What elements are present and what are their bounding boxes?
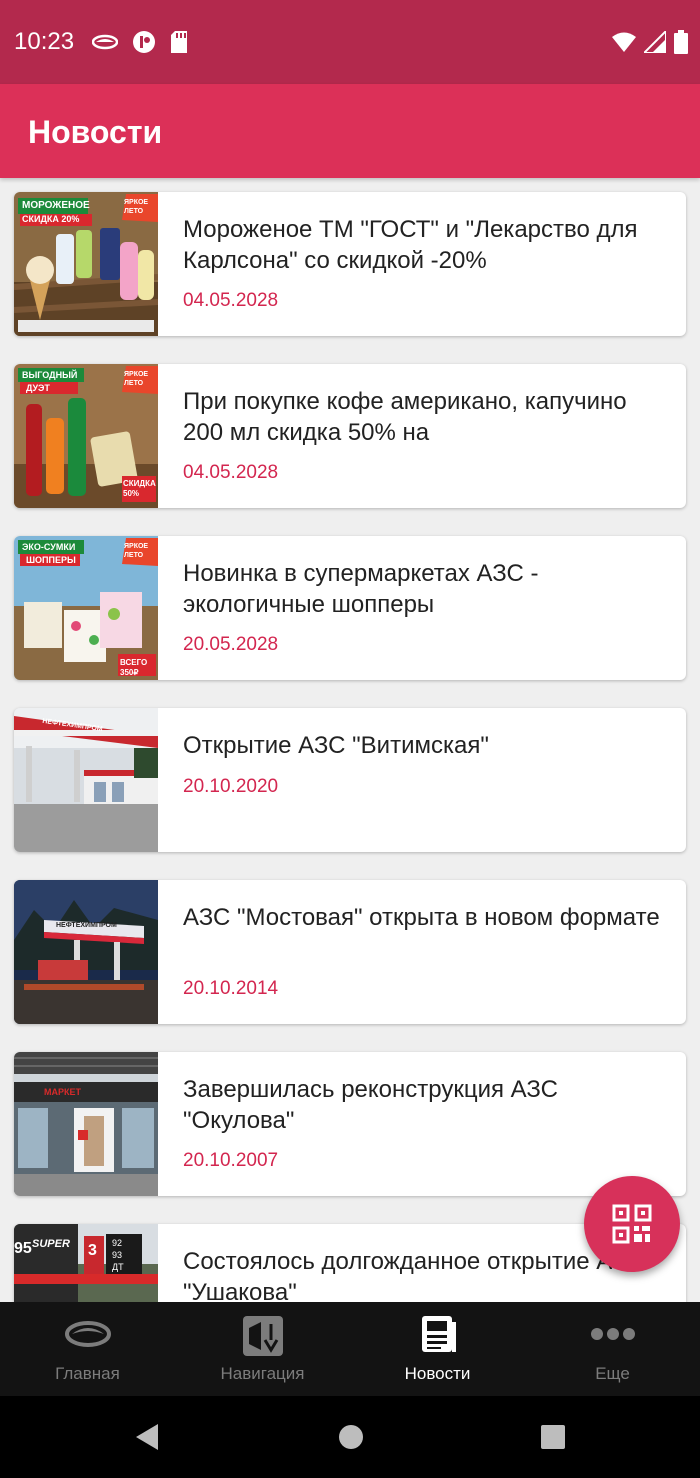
thumbnail-sign-text: МАРКЕТ xyxy=(44,1087,81,1097)
more-dots-icon xyxy=(590,1328,635,1340)
thumbnail-badge-text: ЯРКОЕ ЛЕТО xyxy=(124,199,149,215)
map-navigation-icon xyxy=(242,1316,283,1356)
news-card[interactable]: ЭКО-СУМКИ ШОППЕРЫ ЯРКОЕ ЛЕТО ВСЕГО 350₽ … xyxy=(14,536,686,680)
thumbnail-sub-text: ДУЭТ xyxy=(26,383,50,393)
bottom-navigation: Главная Навигация Новости Еще xyxy=(0,1302,700,1396)
news-thumbnail: МАРКЕТ xyxy=(14,1052,158,1196)
news-list[interactable]: МОРОЖЕНОЕ СКИДКА 20% ЯРКОЕ ЛЕТО Морожено… xyxy=(0,178,700,1302)
thumbnail-badge-text: ЯРКОЕ ЛЕТО xyxy=(124,543,149,559)
news-date: 20.10.2007 xyxy=(183,1150,279,1171)
recents-icon[interactable] xyxy=(540,1424,566,1450)
thumbnail-sign-text: SUPER xyxy=(32,1238,70,1250)
thumbnail-price-text: ВСЕГО 350₽ xyxy=(120,658,148,677)
news-title: Новинка в супермаркетах АЗС - экологичны… xyxy=(183,560,539,618)
thumbnail-badge-text: ЯРКОЕ ЛЕТО xyxy=(124,371,149,387)
thumbnail-price-text: 92 xyxy=(112,1238,123,1248)
news-card[interactable]: МОРОЖЕНОЕ СКИДКА 20% ЯРКОЕ ЛЕТО Морожено… xyxy=(14,192,686,336)
thumbnail-sub-text: СКИДКА 20% xyxy=(22,214,80,224)
news-title: АЗС "Мостовая" открыта в новом формате xyxy=(183,904,660,931)
thumbnail-price-text: 93 xyxy=(112,1250,123,1260)
qr-scan-button[interactable] xyxy=(584,1176,680,1272)
nav-item-navigation[interactable]: Навигация xyxy=(175,1302,350,1396)
news-card[interactable]: ВЫГОДНЫЙ ДУЭТ ЯРКОЕ ЛЕТО СКИДКА 50% При … xyxy=(14,364,686,508)
circle-app-notification-icon xyxy=(133,31,155,53)
thumbnail-price-text: СКИДКА 50% xyxy=(123,479,156,498)
thumbnail-banner-text: ЭКО-СУМКИ xyxy=(22,542,76,552)
news-date: 04.05.2028 xyxy=(183,290,279,311)
news-card[interactable]: МАРКЕТ Завершилась реконструкция АЗС "Ок… xyxy=(14,1052,686,1196)
news-card[interactable]: НЕФТЕХИМПРОМ АЗС "Мостовая" открыта в но… xyxy=(14,880,686,1024)
news-thumbnail: ЭКО-СУМКИ ШОППЕРЫ ЯРКОЕ ЛЕТО ВСЕГО 350₽ xyxy=(14,536,158,680)
thumbnail-banner-text: ВЫГОДНЫЙ xyxy=(22,370,78,380)
thumbnail-price-text: 3 xyxy=(88,1242,97,1259)
qr-code-icon xyxy=(612,1204,652,1244)
sd-card-icon xyxy=(171,31,187,53)
news-date: 20.10.2020 xyxy=(183,776,279,797)
news-title: Мороженое ТМ "ГОСТ" и "Лекарство для Кар… xyxy=(183,216,638,274)
status-notification-icons xyxy=(92,30,188,54)
news-thumbnail: ВЫГОДНЫЙ ДУЭТ ЯРКОЕ ЛЕТО СКИДКА 50% xyxy=(14,364,158,508)
signal-icon xyxy=(644,31,666,53)
nav-label: Навигация xyxy=(220,1364,305,1383)
news-date: 20.05.2028 xyxy=(183,634,279,655)
nav-label: Главная xyxy=(55,1364,120,1383)
back-icon[interactable] xyxy=(134,1422,160,1452)
app-screen: 10:23 Новости МОРОЖЕНОЕ СКИДКА 20% ЯРКОЕ… xyxy=(0,0,700,1478)
news-title: Открытие АЗС "Витимская" xyxy=(183,732,489,759)
nav-item-more[interactable]: Еще xyxy=(525,1302,700,1396)
nav-label: Еще xyxy=(595,1364,630,1383)
thumbnail-sub-text: ШОППЕРЫ xyxy=(26,555,76,565)
wifi-icon xyxy=(612,32,636,52)
system-navigation-bar xyxy=(0,1396,700,1478)
news-title: Завершилась реконструкция АЗС "Окулова" xyxy=(183,1076,558,1134)
news-date: 04.05.2028 xyxy=(183,462,279,483)
app-bar: Новости xyxy=(0,84,700,178)
news-card[interactable]: НЕФТЕХИМПРОМ Открытие АЗС "Витимская" 20… xyxy=(14,708,686,852)
thumbnail-price-text: ДТ xyxy=(112,1262,124,1272)
newspaper-icon xyxy=(421,1316,456,1352)
news-date: 20.10.2014 xyxy=(183,978,279,999)
nav-item-home[interactable]: Главная xyxy=(0,1302,175,1396)
status-system-icons xyxy=(612,30,688,54)
fuel-app-notification-icon xyxy=(92,34,118,50)
thumbnail-banner-text: МОРОЖЕНОЕ xyxy=(22,200,90,211)
page-title: Новости xyxy=(28,114,163,150)
thumbnail-price-text: 95 xyxy=(14,1240,32,1257)
status-bar: 10:23 xyxy=(0,0,700,84)
news-thumbnail: 95 SUPER 3 92 93 ДТ xyxy=(14,1224,158,1302)
news-title: При покупке кофе американо, капучино 200… xyxy=(183,388,627,446)
home-icon[interactable] xyxy=(338,1424,364,1450)
news-thumbnail: НЕФТЕХИМПРОМ xyxy=(14,880,158,1024)
home-logo-icon xyxy=(64,1321,111,1347)
battery-icon xyxy=(674,30,688,54)
news-thumbnail: МОРОЖЕНОЕ СКИДКА 20% ЯРКОЕ ЛЕТО xyxy=(14,192,158,336)
thumbnail-sign-text: НЕФТЕХИМПРОМ xyxy=(56,922,117,929)
status-time: 10:23 xyxy=(14,28,75,55)
nav-item-news[interactable]: Новости xyxy=(350,1302,525,1396)
nav-label: Новости xyxy=(404,1364,471,1383)
news-title: Состоялось долгожданное открытие АЗС "Уш… xyxy=(183,1248,644,1302)
news-thumbnail: НЕФТЕХИМПРОМ xyxy=(14,708,158,852)
